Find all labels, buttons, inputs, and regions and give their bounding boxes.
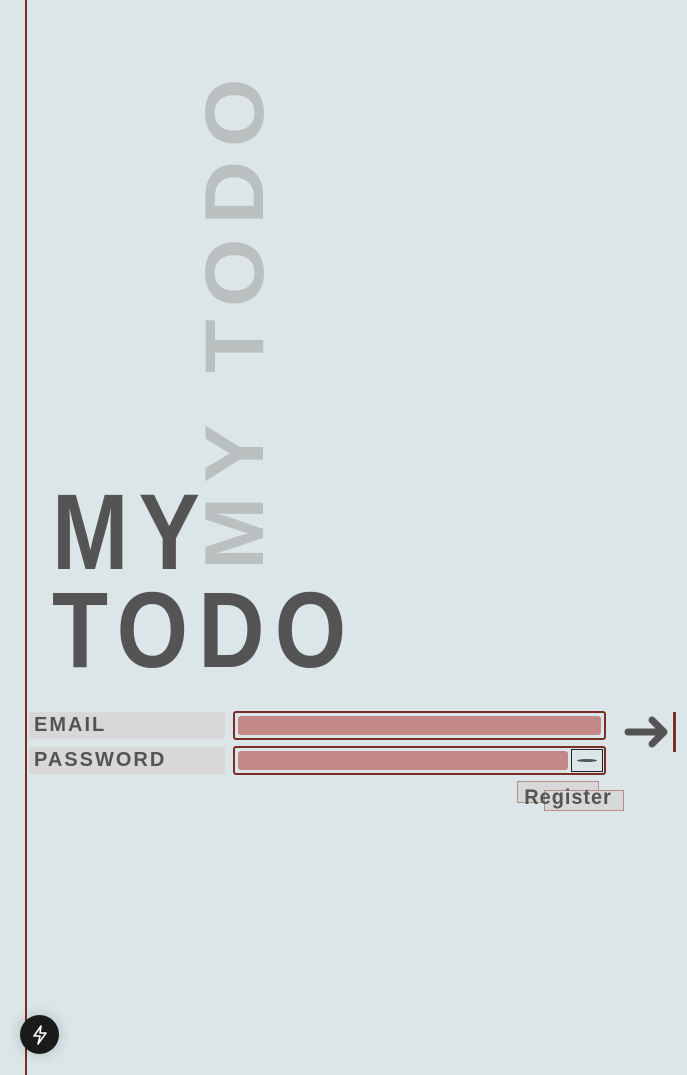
lightning-bolt-icon bbox=[32, 1024, 47, 1045]
password-input-fill[interactable] bbox=[238, 751, 568, 770]
email-label: EMAIL bbox=[29, 712, 225, 739]
dev-tools-button[interactable] bbox=[20, 1015, 59, 1054]
vertical-title-watermark: MY TODO bbox=[186, 64, 281, 570]
page-title-line2: TODO bbox=[52, 569, 357, 690]
arrow-right-to-bar-icon[interactable] bbox=[624, 712, 678, 752]
password-field[interactable] bbox=[233, 746, 606, 775]
password-label: PASSWORD bbox=[29, 747, 225, 774]
email-input-fill[interactable] bbox=[238, 716, 601, 735]
eye-icon[interactable] bbox=[571, 749, 603, 772]
email-field[interactable] bbox=[233, 711, 606, 740]
register-button-label[interactable]: Register bbox=[524, 786, 611, 810]
left-border-line bbox=[25, 0, 27, 1075]
